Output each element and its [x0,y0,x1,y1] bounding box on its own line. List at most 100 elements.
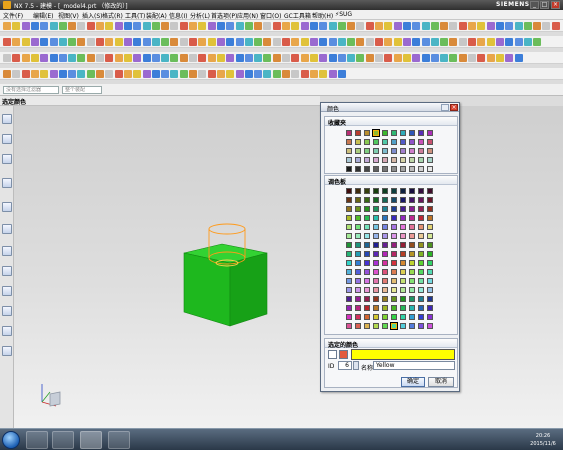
toolbar-button[interactable] [272,54,281,62]
toolbar-button[interactable] [254,22,263,30]
selection-filter-dropdown[interactable]: 没有选择过滤器 [3,86,59,94]
toolbar-button[interactable] [105,70,114,78]
toolbar-button[interactable] [300,54,309,62]
toolbar-button[interactable] [58,54,67,62]
color-swatch[interactable] [364,130,370,136]
hd3d-tools-icon[interactable] [2,202,12,212]
toolbar-button[interactable] [151,54,160,62]
toolbar-button[interactable] [291,38,300,46]
toolbar-button[interactable] [68,54,77,62]
color-swatch[interactable] [391,242,397,248]
media-icon[interactable] [108,431,130,449]
toolbar-button[interactable] [114,54,123,62]
toolbar-button[interactable] [412,38,421,46]
toolbar-button[interactable] [356,38,365,46]
toolbar-button[interactable] [226,54,235,62]
toolbar-button[interactable] [458,54,467,62]
color-swatch[interactable] [364,148,370,154]
color-swatch[interactable] [382,197,388,203]
color-swatch[interactable] [373,278,379,284]
color-swatch[interactable] [418,166,424,172]
toolbar-button[interactable] [133,70,142,78]
toolbar-button[interactable] [309,70,318,78]
toolbar-button[interactable] [189,70,197,78]
color-swatch[interactable] [409,224,415,230]
color-swatch[interactable] [346,242,352,248]
toolbar-button[interactable] [300,70,309,78]
color-swatch[interactable] [346,148,352,154]
toolbar-button[interactable] [77,54,86,62]
toolbar-button[interactable] [21,22,30,30]
color-swatch[interactable] [346,188,352,194]
toolbar-button[interactable] [421,22,430,30]
color-swatch[interactable] [355,314,361,320]
toolbar-button[interactable] [244,38,253,46]
color-swatch[interactable] [355,278,361,284]
toolbar-button[interactable] [151,70,160,78]
toolbar-button[interactable] [21,70,30,78]
color-swatch[interactable] [400,269,406,275]
toolbar-button[interactable] [449,54,458,62]
color-swatch[interactable] [346,278,352,284]
toolbar-button[interactable] [430,54,439,62]
toolbar-button[interactable] [337,22,346,30]
menu-application[interactable]: 应用(N) [237,11,258,20]
color-swatch[interactable] [364,139,370,145]
toolbar-button[interactable] [272,38,281,46]
color-swatch[interactable] [364,296,370,302]
color-swatch[interactable] [391,305,397,311]
color-swatch[interactable] [382,166,388,172]
toolbar-button[interactable] [189,38,197,46]
color-swatch[interactable] [364,305,370,311]
toolbar-button[interactable] [189,22,197,30]
color-swatch[interactable] [355,148,361,154]
toolbar-button[interactable] [309,38,318,46]
toolbar-button[interactable] [161,54,170,62]
color-swatch[interactable] [400,287,406,293]
color-swatch[interactable] [409,139,415,145]
color-swatch[interactable] [355,130,361,136]
toolbar-button[interactable] [468,22,476,30]
color-swatch[interactable] [372,129,380,137]
color-swatch[interactable] [355,215,361,221]
color-swatch[interactable] [373,269,379,275]
menu-gc-toolbox[interactable]: GC工具箱 [284,11,311,20]
toolbar-button[interactable] [142,54,151,62]
toolbar-button[interactable] [254,54,263,62]
toolbar-button[interactable] [523,38,532,46]
toolbar-button[interactable] [216,22,225,30]
color-swatch[interactable] [373,260,379,266]
color-swatch[interactable] [409,323,415,329]
toolbar-button[interactable] [477,38,486,46]
id-field[interactable]: 6 [338,361,352,370]
toolbar-button[interactable] [170,54,179,62]
color-swatch[interactable] [409,188,415,194]
toolbar-button[interactable] [282,22,290,30]
toolbar-button[interactable] [402,54,411,62]
color-swatch[interactable] [427,188,433,194]
toolbar-button[interactable] [542,22,551,30]
color-swatch[interactable] [418,206,424,212]
color-swatch[interactable] [391,287,397,293]
color-swatch[interactable] [427,323,433,329]
menu-file[interactable]: 文件(F) [3,11,23,20]
menu-window[interactable]: 窗口(O) [260,11,281,20]
toolbar-button[interactable] [49,70,58,78]
toolbar-button[interactable] [161,70,170,78]
toolbar-button[interactable] [216,38,225,46]
toolbar-button[interactable] [272,70,281,78]
toolbar-button[interactable] [440,54,449,62]
color-swatch[interactable] [391,206,397,212]
color-swatch[interactable] [427,206,433,212]
toolbar-button[interactable] [365,38,374,46]
color-swatch[interactable] [427,224,433,230]
toolbar-button[interactable] [495,54,504,62]
color-swatch[interactable] [364,197,370,203]
toolbar-button[interactable] [533,22,542,30]
color-swatch[interactable] [409,130,415,136]
toolbar-button[interactable] [309,54,318,62]
color-swatch[interactable] [373,287,379,293]
toolbar-button[interactable] [319,38,328,46]
toolbar-button[interactable] [179,22,188,30]
minimize-button[interactable]: _ [530,1,539,9]
